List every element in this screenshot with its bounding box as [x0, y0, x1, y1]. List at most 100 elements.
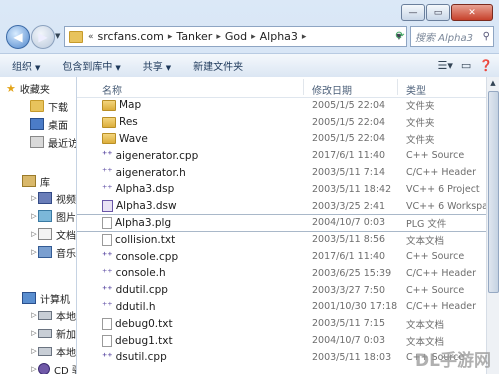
scroll-thumb[interactable]	[488, 91, 499, 293]
table-row[interactable]: Alpha3.plg 2004/10/7 0:03 PLG 文件	[77, 213, 487, 233]
table-row[interactable]: Alpha3.dsw 2003/3/25 2:41 VC++ 6 Workspace	[77, 198, 487, 215]
breadcrumb-srcfans[interactable]: srcfans.com	[95, 30, 167, 43]
file-name: Map	[119, 99, 142, 112]
scroll-up-icon[interactable]: ▲	[487, 77, 499, 89]
expand-arrow-icon[interactable]: ▷	[30, 329, 38, 337]
file-name-cell[interactable]: ⁺⁺ ddutil.h	[102, 301, 156, 313]
view-controls: ☰▾ ▭ ❓	[430, 59, 499, 72]
organize-button[interactable]: 组织 ▼	[0, 58, 50, 73]
sidebar-item-documents[interactable]: ▷ 文档	[30, 226, 76, 242]
file-name-cell[interactable]: ⁺⁺ console.cpp	[102, 251, 178, 263]
table-row[interactable]: ⁺⁺ ddutil.h 2001/10/30 17:18 C/C++ Header	[77, 299, 487, 316]
dsw-file-icon	[102, 200, 113, 213]
view-options-icon[interactable]: ☰▾	[438, 59, 453, 72]
sidebar-label: 新加卷	[56, 329, 76, 341]
sidebar-item-favorites[interactable]: ★ 收藏夹	[6, 80, 50, 96]
minimize-button[interactable]: —	[401, 4, 425, 21]
sidebar-item-drive-3[interactable]: ▷ 本地磁	[30, 343, 76, 359]
sidebar-item-pictures[interactable]: ▷ 图片	[30, 208, 76, 224]
table-row[interactable]: ⁺⁺ aigenerator.h 2003/5/11 7:14 C/C++ Heade…	[77, 164, 487, 181]
table-row[interactable]: ⁺⁺ console.cpp 2017/6/1 11:40 C++ Source	[77, 248, 487, 265]
column-header-type[interactable]: 类型	[406, 82, 426, 97]
dropdown-icon: ▼	[35, 64, 41, 72]
file-name-cell[interactable]: ⁺⁺ aigenerator.cpp	[102, 150, 198, 162]
column-header-name[interactable]: 名称	[102, 82, 122, 97]
include-library-button[interactable]: 包含到库中 ▼	[50, 58, 130, 73]
column-divider[interactable]	[303, 79, 304, 95]
new-folder-button[interactable]: 新建文件夹	[181, 58, 253, 73]
address-bar[interactable]: « srcfans.com ▸ Tanker ▸ God ▸ Alpha3 ▸ …	[64, 26, 407, 47]
table-row[interactable]: collision.txt 2003/5/11 8:56 文本文档	[77, 231, 487, 248]
sidebar-item-libraries[interactable]: 库	[22, 173, 50, 189]
vertical-scrollbar[interactable]: ▲	[486, 77, 499, 374]
sidebar-item-desktop[interactable]: 桌面	[30, 116, 68, 132]
table-row[interactable]: debug0.txt 2003/5/11 7:15 文本文档	[77, 315, 487, 332]
expand-arrow-icon[interactable]: ▷	[30, 365, 38, 373]
chevron-right-icon[interactable]: ▸	[301, 32, 308, 42]
file-type: 文件夹	[406, 134, 435, 146]
file-name-cell[interactable]: debug0.txt	[102, 317, 173, 330]
close-button[interactable]: ✕	[451, 4, 493, 21]
table-row[interactable]: Wave 2005/1/5 22:04 文件夹	[77, 131, 487, 148]
table-row[interactable]: Map 2005/1/5 22:04 文件夹	[77, 97, 487, 114]
file-date: 2005/1/5 22:04	[312, 116, 386, 128]
expand-arrow-icon[interactable]: ▷	[30, 248, 38, 256]
breadcrumb-overflow[interactable]: «	[87, 32, 95, 42]
forward-button[interactable]: ▶	[31, 25, 55, 49]
column-divider[interactable]	[397, 79, 398, 95]
search-icon[interactable]: ⚲	[483, 31, 490, 42]
breadcrumb-tanker[interactable]: Tanker	[173, 30, 215, 43]
file-name-cell[interactable]: collision.txt	[102, 233, 175, 246]
sidebar-item-drive-2[interactable]: ▷ 新加卷	[30, 325, 76, 341]
folder-icon	[69, 30, 83, 43]
file-name-cell[interactable]: debug1.txt	[102, 334, 173, 347]
file-name: Alpha3.dsp	[115, 183, 175, 196]
file-type: PLG 文件	[406, 218, 447, 230]
sidebar-item-music[interactable]: ▷ 音乐	[30, 244, 76, 260]
table-row[interactable]: Res 2005/1/5 22:04 文件夹	[77, 114, 487, 131]
file-name-cell[interactable]: ⁺⁺ Alpha3.dsp	[102, 183, 174, 195]
sidebar-item-recent[interactable]: 最近访	[30, 134, 76, 150]
preview-pane-icon[interactable]: ▭	[461, 59, 471, 72]
table-row[interactable]: ⁺⁺ aigenerator.cpp 2017/6/1 11:40 C++ Sourc…	[77, 147, 487, 164]
file-name-cell[interactable]: ⁺⁺ dsutil.cpp	[102, 351, 167, 363]
include-library-label: 包含到库中	[62, 62, 113, 73]
file-name-cell[interactable]: Wave	[102, 133, 148, 145]
help-icon[interactable]: ❓	[479, 59, 493, 72]
watermark-text: DL手游网	[415, 351, 491, 371]
txt-file-icon	[102, 233, 112, 246]
search-input[interactable]: 搜索 Alpha3 ⚲	[410, 26, 494, 47]
table-row[interactable]: ⁺⁺ console.h 2003/6/25 15:39 C/C++ Header	[77, 265, 487, 282]
file-name-cell[interactable]: Alpha3.dsw	[102, 200, 177, 213]
share-button[interactable]: 共享 ▼	[131, 58, 181, 73]
expand-arrow-icon[interactable]: ▷	[30, 194, 38, 202]
column-header-date[interactable]: 修改日期	[312, 82, 352, 97]
table-row[interactable]: ⁺⁺ ddutil.cpp 2003/3/27 7:50 C++ Source	[77, 282, 487, 299]
back-button[interactable]: ◀	[6, 25, 30, 49]
breadcrumb-god[interactable]: God	[222, 30, 250, 43]
file-name-cell[interactable]: ⁺⁺ aigenerator.h	[102, 167, 186, 179]
sidebar-label: CD 驱	[54, 365, 76, 374]
file-name-cell[interactable]: ⁺⁺ console.h	[102, 267, 166, 279]
expand-arrow-icon[interactable]: ▷	[30, 230, 38, 238]
sidebar-item-computer[interactable]: 计算机	[22, 290, 70, 306]
file-name-cell[interactable]: Alpha3.plg	[102, 216, 171, 229]
breadcrumb-alpha3[interactable]: Alpha3	[257, 30, 301, 43]
expand-arrow-icon[interactable]: ▷	[30, 311, 38, 319]
file-date: 2005/1/5 22:04	[312, 133, 386, 145]
sidebar-item-drive-1[interactable]: ▷ 本地磁	[30, 307, 76, 323]
file-name-cell[interactable]: Map	[102, 99, 141, 111]
history-dropdown-icon[interactable]: ▼	[55, 32, 60, 40]
expand-arrow-icon[interactable]: ▷	[30, 212, 38, 220]
sidebar-item-videos[interactable]: ▷ 视频	[30, 190, 76, 206]
file-name-cell[interactable]: Res	[102, 116, 138, 128]
refresh-icon[interactable]: ⟳	[393, 26, 407, 45]
sidebar-item-downloads[interactable]: 下载	[30, 98, 68, 114]
navigation-pane: ★ 收藏夹 下载 桌面 最近访 库 ▷ 视频 ▷ 图片 ▷ 文档 ▷ 音乐 计算机 ▷ 本地…	[0, 77, 77, 374]
maximize-button[interactable]: ▭	[426, 4, 450, 21]
file-name: ddutil.cpp	[115, 284, 168, 297]
file-name-cell[interactable]: ⁺⁺ ddutil.cpp	[102, 284, 168, 296]
table-row[interactable]: ⁺⁺ Alpha3.dsp 2003/5/11 18:42 VC++ 6 Projec…	[77, 181, 487, 198]
expand-arrow-icon[interactable]: ▷	[30, 347, 38, 355]
sidebar-item-cd-drive[interactable]: ▷ CD 驱	[30, 361, 76, 374]
